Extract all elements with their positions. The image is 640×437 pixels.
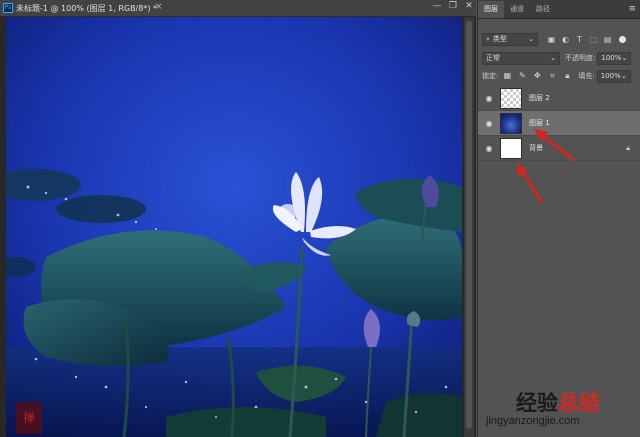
watermark-red-text: 总结 xyxy=(558,391,600,415)
arrow-to-background xyxy=(520,169,544,204)
watermark-title: 经验总结 xyxy=(516,387,600,417)
watermark-url: jingyanzongjie.com xyxy=(486,415,580,427)
annotation-arrows xyxy=(517,129,575,204)
arrow-to-layer-1 xyxy=(539,132,575,162)
watermark-black-text: 经验 xyxy=(516,391,558,415)
site-watermark: 经验总结 jingyanzongjie.com xyxy=(486,385,636,435)
arrow-head-background xyxy=(517,163,528,176)
